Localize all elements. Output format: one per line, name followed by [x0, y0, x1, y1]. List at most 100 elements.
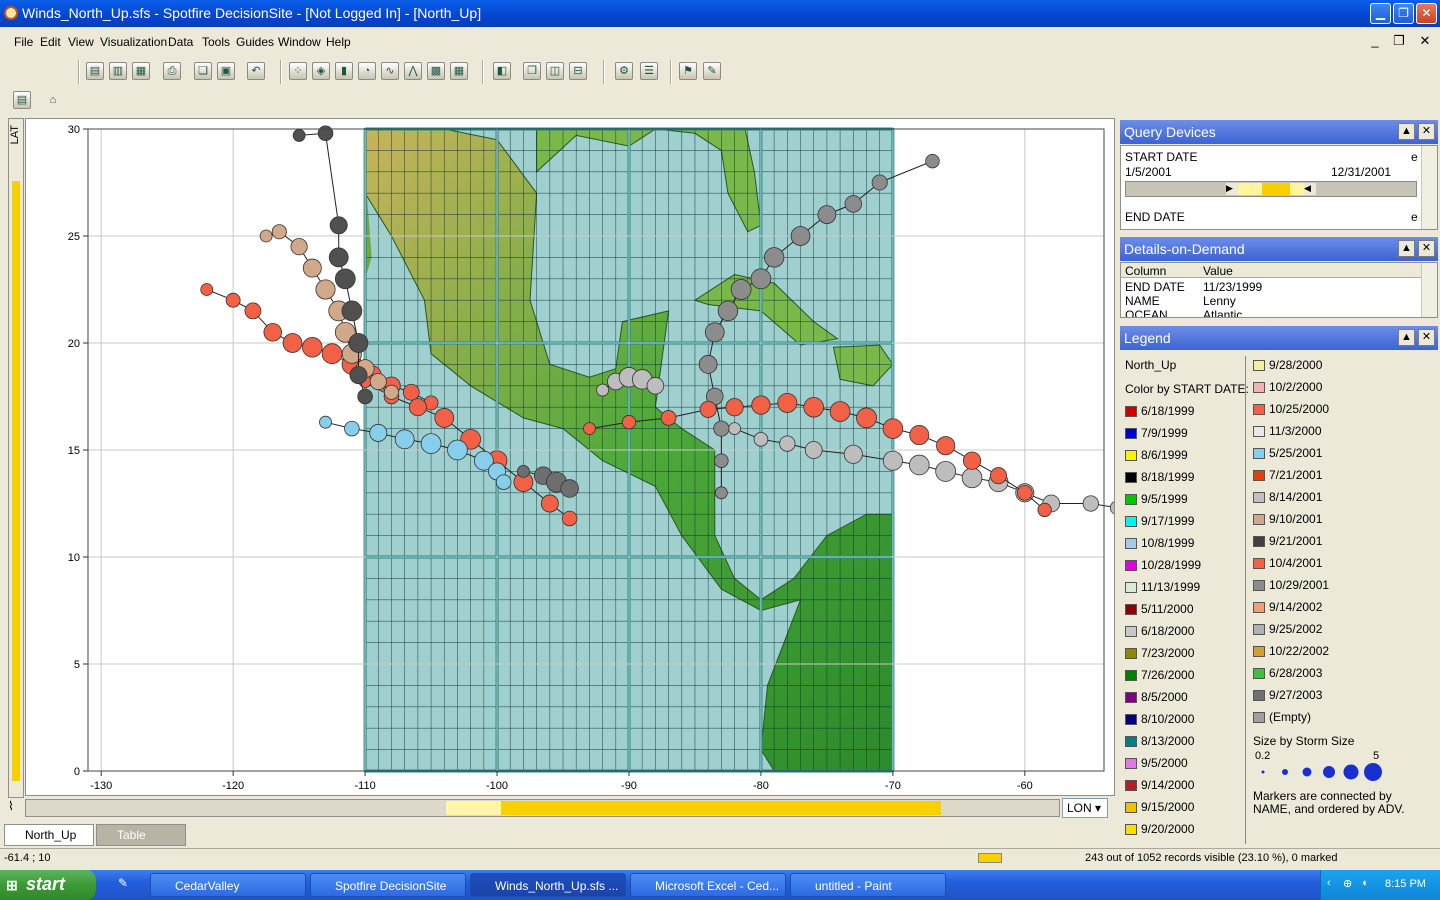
- legend-item[interactable]: 8/13/2000: [1125, 734, 1194, 756]
- x-axis-slider[interactable]: [25, 799, 1060, 817]
- quick-launch-icon[interactable]: ✎: [118, 876, 128, 890]
- undo-icon[interactable]: ↶: [247, 62, 265, 80]
- x-axis-selector[interactable]: LON ▾: [1062, 798, 1108, 818]
- 3d-scatter-icon[interactable]: ◈: [312, 62, 330, 80]
- collapse-icon[interactable]: ▲: [1398, 329, 1415, 346]
- mdi-minimize-button[interactable]: _: [1366, 34, 1384, 50]
- tray-chevron-icon[interactable]: ‹: [1327, 877, 1331, 889]
- tile-vertical-icon[interactable]: ◫: [546, 62, 564, 80]
- legend-item[interactable]: 9/21/2001: [1253, 534, 1322, 556]
- task-spotfire[interactable]: Spotfire DecisionSite: [310, 873, 466, 897]
- cascade-icon[interactable]: ❐: [523, 62, 541, 80]
- tab-table[interactable]: Table: [96, 824, 186, 846]
- collapse-icon[interactable]: ▲: [1398, 123, 1415, 140]
- legend-item[interactable]: 11/3/2000: [1253, 424, 1322, 446]
- properties-icon[interactable]: ⚙: [615, 62, 633, 80]
- menu-view[interactable]: View: [68, 35, 94, 49]
- open-icon[interactable]: ▤: [86, 62, 104, 80]
- legend-item[interactable]: 10/2/2000: [1253, 380, 1322, 402]
- profile-chart-icon[interactable]: ⋀: [404, 62, 422, 80]
- minimize-button[interactable]: ▁: [1370, 3, 1391, 24]
- copy-icon[interactable]: ❏: [194, 62, 212, 80]
- legend-item[interactable]: 8/14/2001: [1253, 490, 1322, 512]
- table-view-icon[interactable]: ▦: [450, 62, 468, 80]
- menu-help[interactable]: Help: [326, 35, 351, 49]
- mdi-restore-button[interactable]: ❐: [1390, 34, 1408, 50]
- tab-north-up[interactable]: North_Up: [4, 824, 94, 846]
- bar-chart-icon[interactable]: ▮: [335, 62, 353, 80]
- heat-map-icon[interactable]: ▩: [427, 62, 445, 80]
- legend-item[interactable]: 5/25/2001: [1253, 446, 1322, 468]
- y-axis-slider[interactable]: LAT: [8, 118, 24, 798]
- legend-item[interactable]: 9/15/2000: [1125, 800, 1194, 822]
- legend-item[interactable]: 7/26/2000: [1125, 668, 1194, 690]
- edit-icon[interactable]: ✎: [703, 62, 721, 80]
- guide-icon[interactable]: ▤: [13, 91, 31, 109]
- menu-visualization[interactable]: Visualization: [100, 35, 167, 49]
- legend-item[interactable]: 9/14/2002: [1253, 600, 1322, 622]
- legend-item[interactable]: 10/29/2001: [1253, 578, 1329, 600]
- open-folder-icon[interactable]: ▥: [109, 62, 127, 80]
- layout-icon[interactable]: ◧: [493, 62, 511, 80]
- menu-tools[interactable]: Tools: [202, 35, 230, 49]
- legend-item[interactable]: 9/14/2000: [1125, 778, 1194, 800]
- legend-item[interactable]: 8/18/1999: [1125, 470, 1194, 492]
- close-icon[interactable]: ✕: [1418, 329, 1435, 346]
- legend-item[interactable]: 6/18/1999: [1125, 404, 1194, 426]
- line-chart-icon[interactable]: ∿: [381, 62, 399, 80]
- pie-chart-icon[interactable]: ◔: [358, 62, 376, 80]
- legend-item[interactable]: 7/9/1999: [1125, 426, 1188, 448]
- menu-file[interactable]: File: [14, 35, 33, 49]
- legend-item[interactable]: 10/25/2000: [1253, 402, 1329, 424]
- legend-item[interactable]: 9/5/2000: [1125, 756, 1188, 778]
- legend-item[interactable]: 6/18/2000: [1125, 624, 1194, 646]
- legend-item[interactable]: 6/28/2003: [1253, 666, 1322, 688]
- start-date-range-slider[interactable]: ▶ ◀: [1125, 181, 1417, 197]
- legend-item[interactable]: 5/11/2000: [1125, 602, 1194, 624]
- slider-left-handle[interactable]: ▶: [1226, 183, 1238, 195]
- details-icon[interactable]: ☰: [640, 62, 658, 80]
- legend-item[interactable]: 9/5/1999: [1125, 492, 1188, 514]
- legend-item[interactable]: 8/6/1999: [1125, 448, 1188, 470]
- print-icon[interactable]: ⎙: [163, 62, 181, 80]
- scatter-plot[interactable]: -130 -120 -110 -100 -90 -80 -70 -60 0 5 10 15 20 25 30: [25, 118, 1115, 796]
- home-icon[interactable]: ⌂: [44, 91, 62, 109]
- legend-item[interactable]: 7/23/2000: [1125, 646, 1194, 668]
- legend-item[interactable]: 9/17/1999: [1125, 514, 1194, 536]
- menu-edit[interactable]: Edit: [40, 35, 61, 49]
- menu-data[interactable]: Data: [168, 35, 193, 49]
- task-winds-north-up[interactable]: Winds_North_Up.sfs ...: [470, 873, 626, 897]
- close-icon[interactable]: ✕: [1418, 123, 1435, 140]
- volume-icon[interactable]: ◖: [1361, 877, 1368, 889]
- x-range-selection[interactable]: [446, 801, 941, 815]
- task-paint[interactable]: untitled - Paint: [790, 873, 946, 897]
- save-icon[interactable]: ▦: [132, 62, 150, 80]
- restore-button[interactable]: ❐: [1393, 3, 1414, 24]
- legend-item[interactable]: 11/13/1999: [1125, 580, 1200, 602]
- paste-icon[interactable]: ▣: [217, 62, 235, 80]
- details-scrollbar[interactable]: [1421, 263, 1437, 317]
- slider-right-handle[interactable]: ◀: [1304, 183, 1316, 195]
- legend-item[interactable]: 8/10/2000: [1125, 712, 1194, 734]
- legend-item[interactable]: 9/25/2002: [1253, 622, 1322, 644]
- menu-window[interactable]: Window: [278, 35, 321, 49]
- bookmark-icon[interactable]: ⚑: [679, 62, 697, 80]
- attach-icon[interactable]: ⌇: [8, 799, 14, 813]
- legend-item[interactable]: (Empty): [1253, 710, 1311, 732]
- start-button[interactable]: ⊞ start: [0, 870, 96, 900]
- legend-item[interactable]: 8/5/2000: [1125, 690, 1188, 712]
- menu-guides[interactable]: Guides: [236, 35, 274, 49]
- network-icon[interactable]: ⊕: [1343, 877, 1352, 890]
- close-button[interactable]: ✕: [1416, 3, 1437, 24]
- legend-item[interactable]: 9/28/2000: [1253, 358, 1322, 380]
- legend-item[interactable]: 10/8/1999: [1125, 536, 1194, 558]
- legend-item[interactable]: 7/21/2001: [1253, 468, 1322, 490]
- collapse-icon[interactable]: ▲: [1398, 240, 1415, 257]
- query-scrollbar[interactable]: [1421, 146, 1437, 229]
- tile-horizontal-icon[interactable]: ⊟: [569, 62, 587, 80]
- legend-item[interactable]: 9/27/2003: [1253, 688, 1322, 710]
- legend-item[interactable]: 9/10/2001: [1253, 512, 1322, 534]
- task-cedarvalley[interactable]: CedarValley: [150, 873, 306, 897]
- legend-item[interactable]: 10/22/2002: [1253, 644, 1329, 666]
- legend-item[interactable]: 9/20/2000: [1125, 822, 1194, 844]
